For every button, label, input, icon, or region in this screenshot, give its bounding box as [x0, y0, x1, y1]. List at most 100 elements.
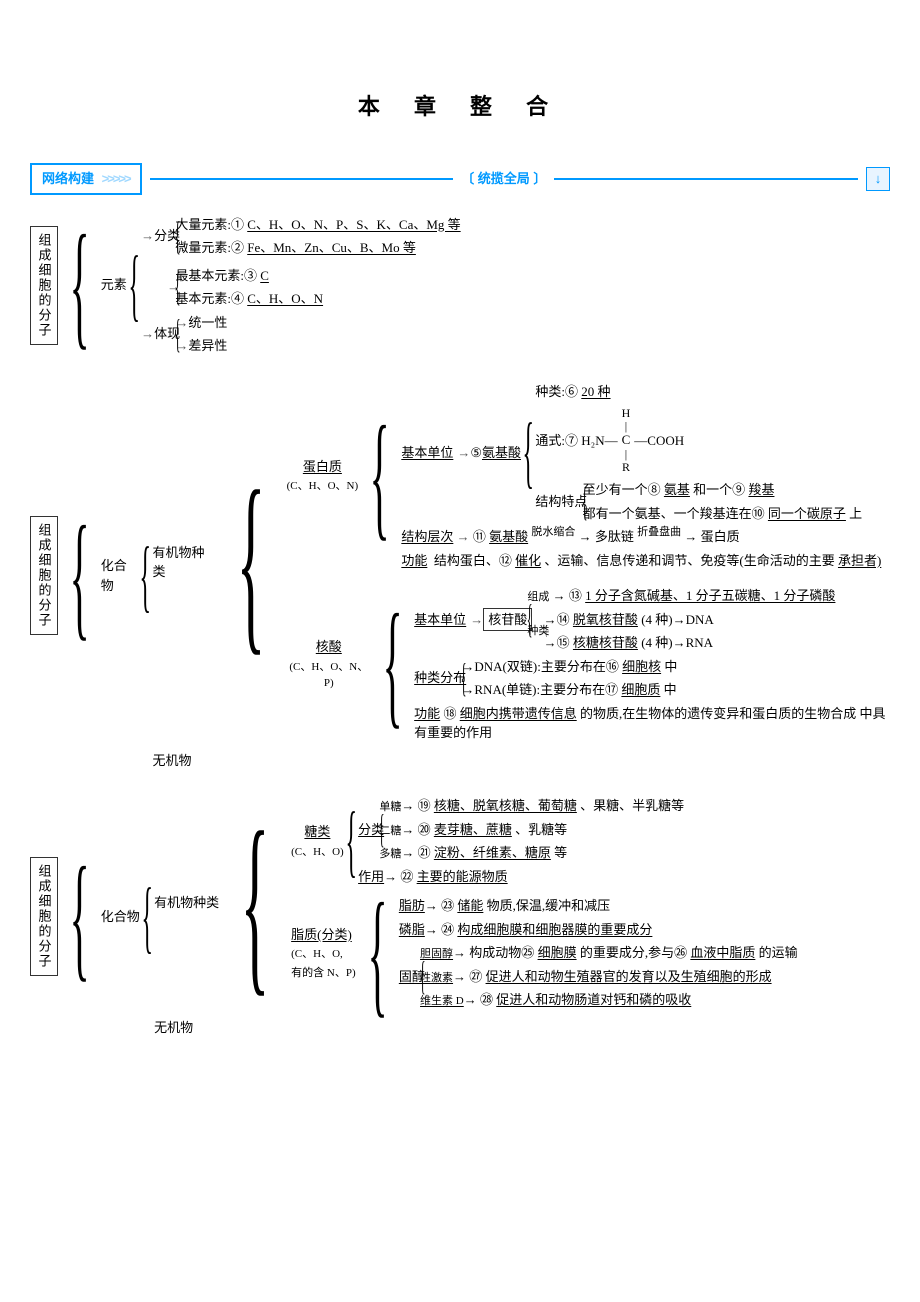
nt-label: 核苷酸 [483, 608, 532, 632]
row-fat: 脂肪→ ㉓ 储能 物质,保温,缓冲和减压 [399, 896, 798, 916]
row-sexh: 性激素→ ㉗ 促进人和动物生殖器官的发育以及生殖细胞的形成 [420, 967, 798, 987]
phos-num: ㉔ [441, 922, 454, 937]
row-formula: 通式:⑦ H₂N — H | [535, 407, 862, 474]
lipid-elem1: (C、H、O, [291, 946, 355, 963]
label-organic-2: 有机物种类 [154, 893, 219, 913]
sl1a: 至少有一个⑧ [583, 482, 661, 497]
ntk2v: 核糖核苷酸 [573, 635, 638, 650]
ntk1t: (4 种)→DNA [641, 612, 714, 627]
unity-text: 统一性 [188, 315, 227, 330]
root-box: 组成细胞的分子 [30, 226, 58, 345]
phos-lbl: 磷脂 [399, 922, 425, 937]
section-bar: 网络构建 >>>>> 〔 统揽全局 〕 ↓ [30, 163, 890, 195]
ddt: 中 [664, 659, 677, 674]
fat-lbl: 脂肪 [399, 898, 425, 913]
lvl-a1: 脱水缩合 [531, 526, 575, 538]
row-macro: 大量元素:① C、H、O、N、P、S、K、Ca、Mg 等 [175, 215, 460, 235]
vitd-lbl: 维生素 D [420, 995, 464, 1007]
most-basic-label: 最基本元素:③ [175, 268, 257, 283]
ft1: 结构蛋白、⑫ [434, 553, 512, 568]
ddv: 细胞核 [622, 659, 661, 674]
lvl3: 蛋白质 [701, 529, 740, 544]
nfunc-label: 功能 [414, 706, 440, 721]
chol-t1: 构成动物㉕ [469, 945, 534, 960]
aa-num: ⑤ [470, 443, 482, 463]
general-label: 通式:⑦ [535, 433, 578, 448]
formula-right: COOH [647, 431, 684, 451]
lvl1: 氨基酸 [489, 529, 528, 544]
sexh-num: ㉗ [469, 969, 482, 984]
row-nt-k2: →⑮ 核糖核苷酸 (4 种)→RNA [544, 633, 714, 653]
poly-num: ㉑ [418, 845, 431, 860]
label-organic: 有机物种类 [153, 543, 215, 582]
nft2: 的物质,在生物体的遗传变异和蛋白质的生物合成 [580, 706, 856, 721]
mono-num: ⑲ [418, 798, 431, 813]
nucleic-label: 核酸 [287, 637, 371, 657]
formula-bot: R [622, 461, 630, 474]
row-sugar-func: 作用→ ㉒ 主要的能源物质 [358, 867, 684, 887]
root-box-2: 组成细胞的分子 [30, 516, 58, 635]
most-basic-val: C [260, 268, 269, 283]
chol-t1u: 细胞膜 [538, 945, 577, 960]
drt: 中 [664, 682, 677, 697]
formula-left: H₂N [581, 431, 604, 451]
phos-val: 构成细胞膜和细胞器膜的重要成分 [457, 922, 652, 937]
sexh-val: 促进人和动物生殖器官的发育以及生殖细胞的形成 [486, 969, 772, 984]
chevron-icon: >>>>> [102, 171, 130, 186]
levels-label: 结构层次 [401, 529, 453, 544]
nfn: ⑱ [443, 706, 456, 721]
di-val: 麦芽糖、蔗糖 [434, 822, 512, 837]
basic-label: 基本元素:④ [175, 291, 244, 306]
sugar-elem: (C、H、O) [291, 844, 344, 861]
ntk2t: (4 种)→RNA [641, 635, 713, 650]
ntc-num: ⑬ [569, 588, 582, 603]
fat-val: 储能 [457, 898, 483, 913]
row-dist-dna: →DNA(双链):主要分布在⑯ 细胞核 中 [461, 657, 677, 677]
ft2: 、运输、信息传递和调节、免疫等(生命活动的主要 [544, 553, 834, 568]
row-micro: 微量元素:② Fe、Mn、Zn、Cu、B、Mo 等 [175, 238, 460, 258]
vitd-val: 促进人和动物肠道对钙和磷的吸收 [496, 992, 691, 1007]
basic-unit-label-2: 基本单位 [414, 610, 466, 630]
lvl-a2: 折叠盘曲 [637, 526, 681, 538]
levels-num: ⑪ [473, 529, 486, 544]
sl1d: 羧基 [748, 482, 774, 497]
row-dist-rna: →RNA(单链):主要分布在⑰ 细胞质 中 [461, 680, 677, 700]
basic-unit-label: 基本单位 [401, 443, 453, 463]
row-vitd: 维生素 D→ ㉘ 促进人和动物肠道对钙和磷的吸收 [420, 990, 798, 1010]
di-num: ⑳ [418, 822, 431, 837]
sl1b: 氨基 [664, 482, 690, 497]
dist-label: 种类分布 [414, 668, 466, 688]
row-struct2: 都有一个氨基、一个羧基连在⑩ 同一个碳原子 上 [583, 504, 863, 524]
row-kinds: 种类:⑥ 20 种 [535, 382, 862, 402]
ft1u: 催化 [515, 553, 541, 568]
sf-val: 主要的能源物质 [417, 869, 508, 884]
sl1c: 和一个⑨ [693, 482, 745, 497]
dr: RNA(单链):主要分布在⑰ [474, 682, 618, 697]
row-nt-k1: →⑭ 脱氧核苷酸 (4 种)→DNA [544, 610, 714, 630]
protein-elem: (C、H、O、N) [287, 478, 359, 495]
root-box-3: 组成细胞的分子 [30, 857, 58, 976]
row-nfunc: 功能 ⑱ 细胞内携带遗传信息 的物质,在生物体的遗传变异和蛋白质的生物合成 中具… [414, 704, 890, 743]
sugar-label: 糖类 [291, 822, 344, 842]
row-struct1: 至少有一个⑧ 氨基 和一个⑨ 羧基 [583, 480, 863, 500]
sl2a: 都有一个氨基、一个羧基连在⑩ [583, 506, 765, 521]
basic-val: C、H、O、N [247, 291, 323, 306]
row-poly: 多糖→ ㉑ 淀粉、纤维素、糖原 等 [379, 843, 684, 863]
diagram-protein-nucleic: 组成细胞的分子 { 化合物 { 有机物种类 { [30, 382, 890, 771]
nft1: 细胞内携带遗传信息 [460, 706, 577, 721]
dd: DNA(双链):主要分布在⑯ [474, 659, 618, 674]
label-compound-2: 化合物 [101, 907, 140, 927]
lipid-label: 脂质(分类) [291, 925, 355, 945]
kinds-label: 种类:⑥ [535, 384, 578, 399]
label-inorganic-2: 无机物 [154, 1014, 798, 1038]
chol-t2u: 血液中脂质 [690, 945, 755, 960]
row-chol: 胆固醇→ 构成动物㉕ 细胞膜 的重要成分,参与㉖ 血液中脂质 的运输 [420, 943, 798, 963]
ntk1n: ⑭ [557, 612, 570, 627]
row-di: 二糖→ ⑳ 麦芽糖、蔗糖 、乳糖等 [379, 820, 684, 840]
diagram-elements: 组成细胞的分子 { 元素 { → 分类 { 大量元素:① C、H、O、N、P、S… [30, 215, 890, 356]
row-mono: 单糖→ ⑲ 核糖、脱氧核糖、葡萄糖 、果糖、半乳糖等 [379, 796, 684, 816]
poly-val: 淀粉、纤维素、糖原 [434, 845, 551, 860]
section-label-text: 网络构建 [42, 171, 94, 186]
lipid-elem2: 有的含 N、P) [291, 965, 355, 982]
row-nt-comp: 组成 → ⑬ 1 分子含氮碱基、1 分子五碳糖、1 分子磷酸 [527, 586, 835, 606]
